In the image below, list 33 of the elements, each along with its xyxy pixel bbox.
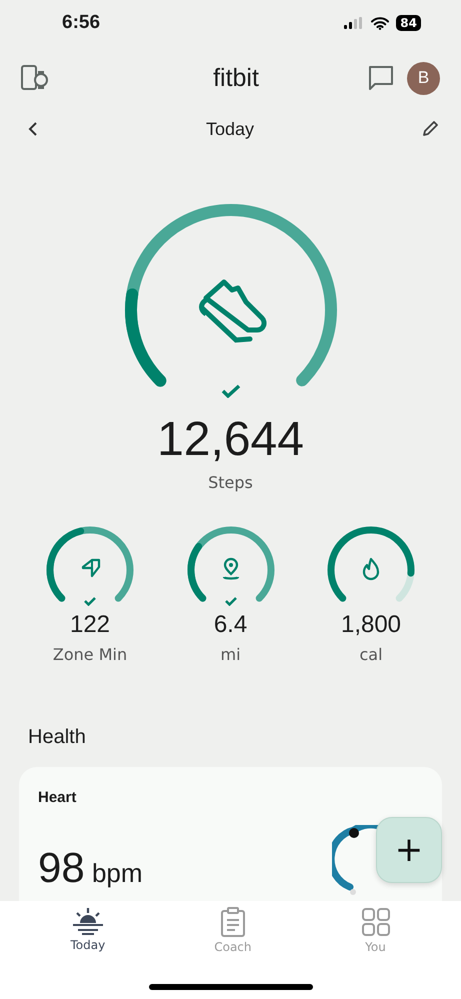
back-icon[interactable] [27, 121, 39, 137]
devices-icon[interactable] [20, 63, 50, 93]
location-pin-icon [220, 557, 240, 581]
clipboard-icon [218, 907, 247, 937]
stat-value: 122 [70, 611, 110, 639]
chevron-arrows-icon [80, 557, 102, 579]
check-icon [224, 597, 236, 606]
signal-icon [344, 17, 364, 29]
stat-label: cal [359, 645, 383, 664]
nav-tab[interactable]: Today [60, 901, 116, 963]
edit-icon[interactable] [420, 120, 439, 138]
battery-level: 84 [396, 15, 421, 31]
wifi-icon [371, 16, 390, 30]
steps-label: Steps [207, 473, 254, 492]
card-title: Heart [38, 789, 78, 806]
app-title: fitbit [213, 64, 259, 92]
profile-avatar[interactable]: B [406, 62, 440, 94]
status-time: 6:56 [62, 12, 100, 34]
heart-rate-value: 98 bpm [38, 844, 143, 892]
add-button[interactable]: + [376, 817, 442, 883]
stat-value: 6.4 [214, 611, 248, 639]
stat-value: 1,800 [340, 611, 402, 639]
sunrise-icon [70, 907, 105, 935]
grid-icon [360, 907, 390, 937]
check-icon [220, 384, 240, 398]
chat-icon[interactable] [366, 64, 395, 92]
check-icon [84, 597, 96, 606]
date-title: Today [206, 118, 254, 140]
stat-label: Zone Min [52, 645, 128, 664]
flame-icon [361, 557, 381, 581]
steps-value: 12,644 [156, 412, 305, 467]
stat-label: mi [220, 645, 241, 664]
section-title: Health [27, 726, 87, 749]
